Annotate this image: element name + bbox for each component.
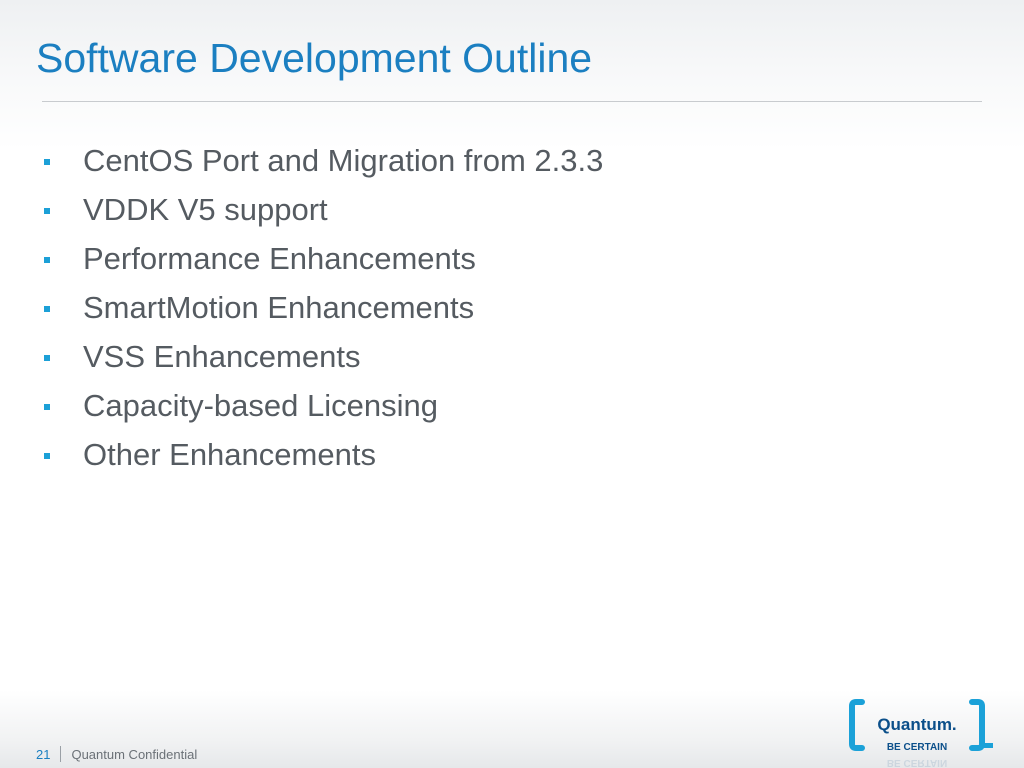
logo-left-bracket-icon [849, 699, 865, 751]
bullet-text: Other Enhancements [83, 437, 376, 472]
logo-tagline-reflection: BE CERTAIN [887, 757, 947, 768]
bullet-text: SmartMotion Enhancements [83, 290, 475, 325]
bullet-text: Performance Enhancements [83, 241, 476, 276]
square-bullet-icon [44, 452, 50, 459]
square-bullet-icon [44, 354, 50, 361]
slide-number: 21 [36, 746, 51, 762]
bullet-text: VSS Enhancements [83, 339, 361, 374]
list-item: SmartMotion Enhancements [44, 283, 603, 332]
slide-footer: 21 Quantum Confidential [36, 746, 197, 762]
square-bullet-icon [44, 256, 50, 263]
bullet-text: CentOS Port and Migration from 2.3.3 [83, 143, 604, 178]
bullet-text: Capacity-based Licensing [83, 388, 438, 423]
confidentiality-notice: Quantum Confidential [71, 746, 198, 762]
list-item: Performance Enhancements [44, 234, 603, 283]
logo-corner-mark [984, 743, 993, 748]
logo-tagline-text: BE CERTAIN [887, 742, 947, 753]
list-item: Other Enhancements [44, 430, 603, 479]
footer-divider [60, 746, 62, 762]
bullet-text: VDDK V5 support [83, 192, 328, 227]
logo-brand-text: Quantum. [877, 715, 956, 734]
square-bullet-icon [44, 158, 50, 165]
square-bullet-icon [44, 305, 50, 312]
quantum-logo: Quantum. BE CERTAIN BE CERTAIN [849, 699, 993, 768]
list-item: Capacity-based Licensing [44, 381, 603, 430]
list-item: VDDK V5 support [44, 185, 603, 234]
square-bullet-icon [44, 207, 50, 214]
logo-right-bracket-icon [969, 699, 985, 751]
slide-title: Software Development Outline [36, 35, 593, 81]
square-bullet-icon [44, 403, 50, 410]
list-item: VSS Enhancements [44, 332, 603, 381]
list-item: CentOS Port and Migration from 2.3.3 [44, 136, 603, 185]
bullet-list: CentOS Port and Migration from 2.3.3 VDD… [44, 136, 603, 479]
title-divider [42, 101, 982, 102]
